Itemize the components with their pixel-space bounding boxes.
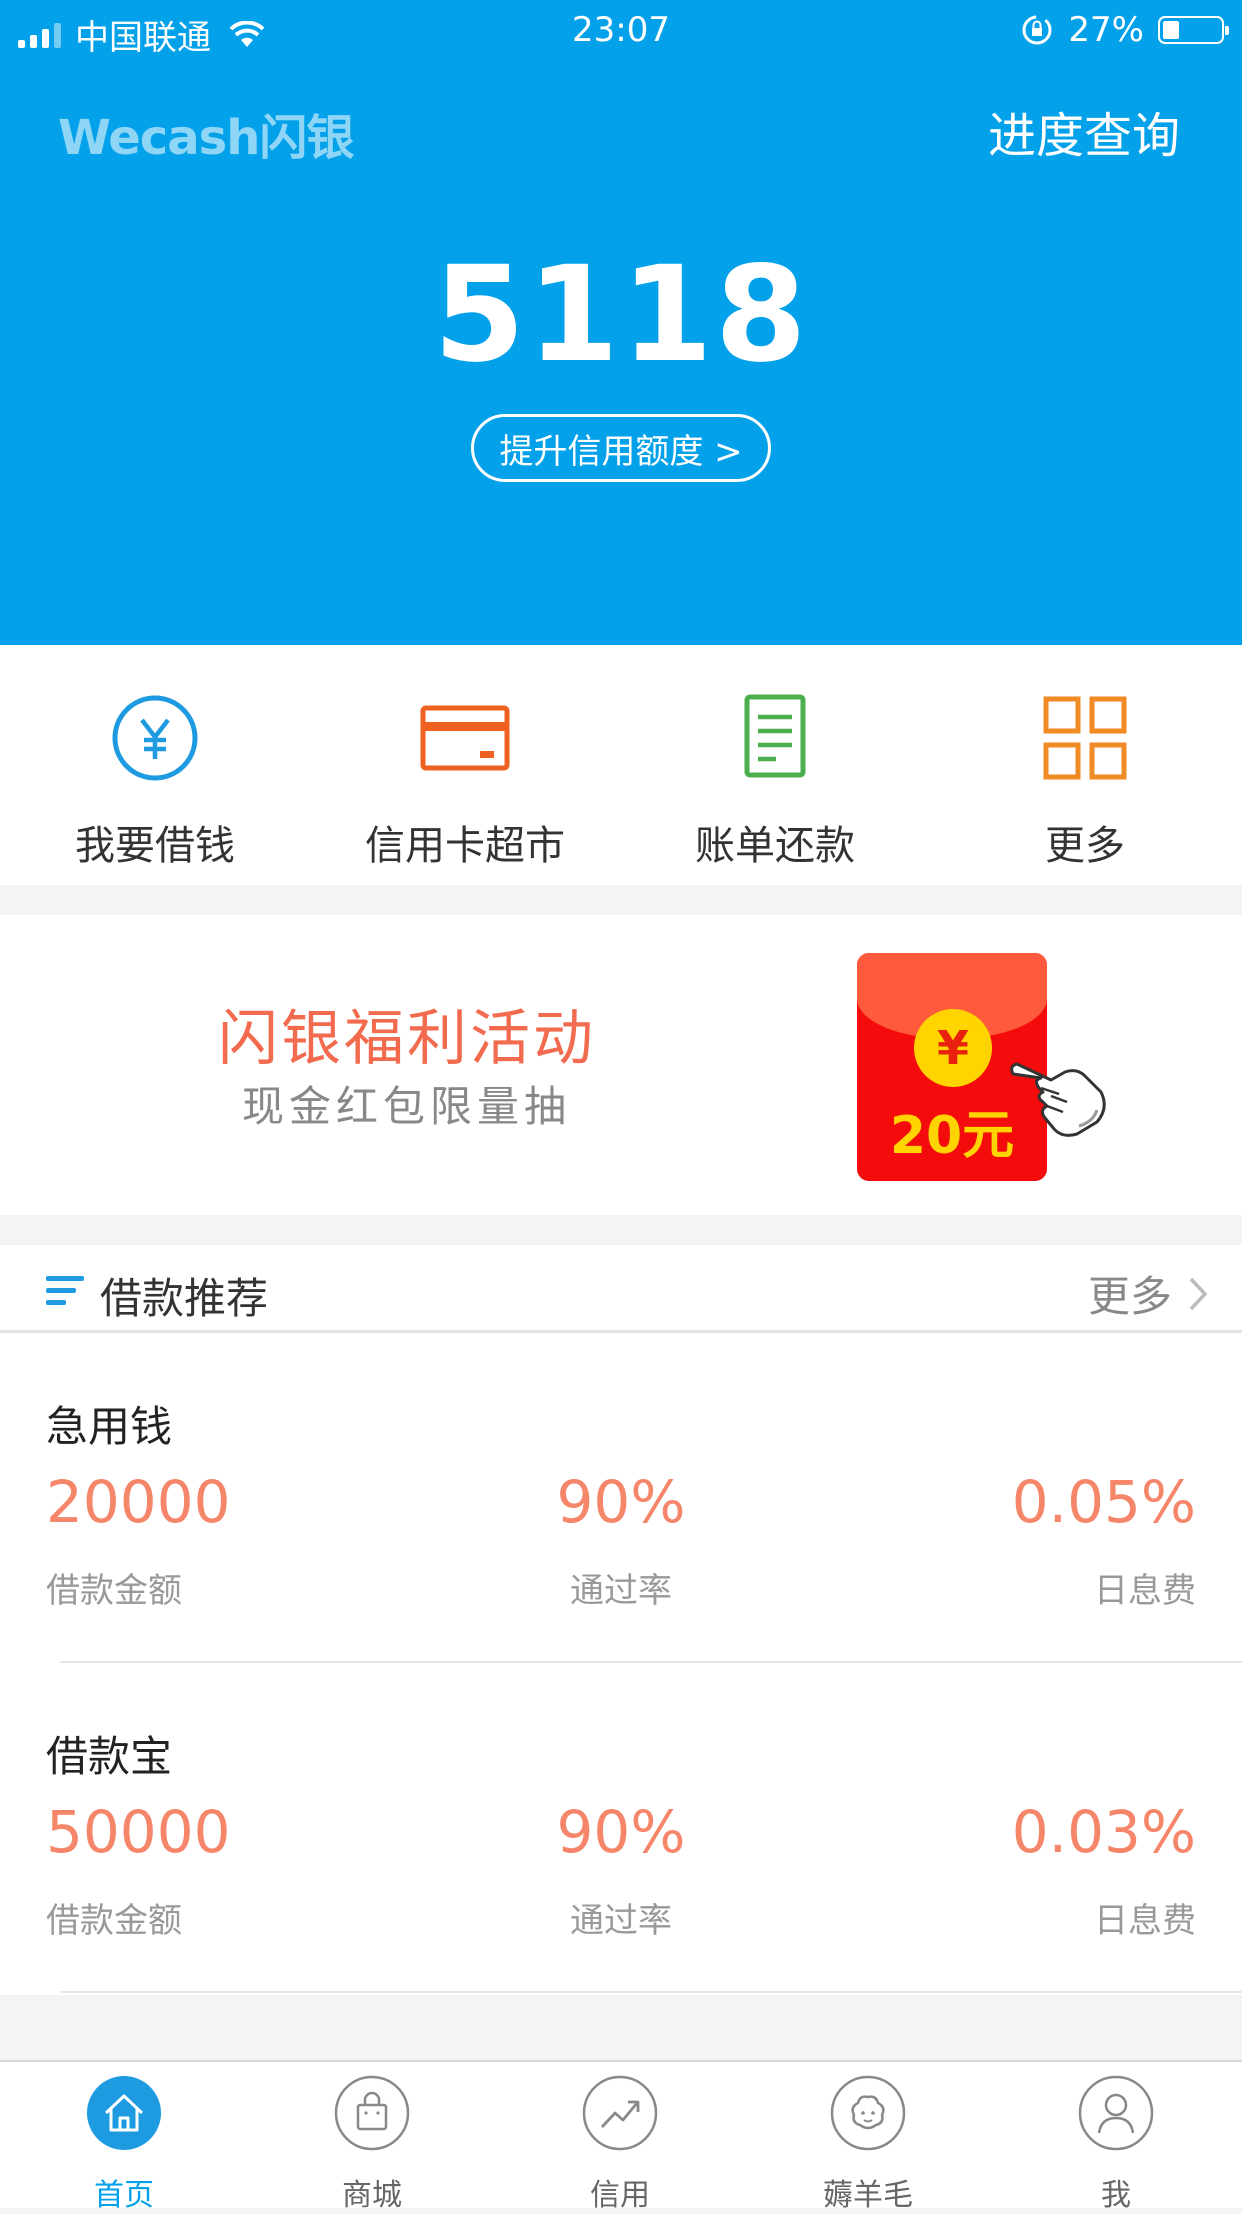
section-title: 借款推荐 <box>100 1274 269 1323</box>
loan-daily-fee: 0.03% <box>1011 1798 1196 1866</box>
loan-pass-rate-label: 通过率 <box>570 1571 672 1611</box>
raise-credit-button[interactable]: 提升信用额度 > <box>471 414 771 482</box>
bottom-tab-bar: 首页 商城 信用 薅羊毛 我 <box>0 2060 1242 2213</box>
list-icon <box>46 1276 84 1305</box>
section-header: 借款推荐 更多 <box>0 1245 1242 1333</box>
tab-mall[interactable]: 商城 <box>248 2062 496 2213</box>
quick-action-bill-repay[interactable]: 账单还款 <box>620 645 930 885</box>
loan-pass-rate-label: 通过率 <box>570 1901 672 1941</box>
tab-home[interactable]: 首页 <box>0 2062 248 2213</box>
packet-symbol: ¥ <box>914 1009 992 1087</box>
sheep-icon <box>830 2075 906 2151</box>
loan-daily-fee-label: 日息费 <box>1094 1901 1196 1941</box>
loan-daily-fee-label: 日息费 <box>1094 1571 1196 1611</box>
promo-banner[interactable]: 闪银福利活动 现金红包限量抽 ¥ 20元 <box>0 915 1242 1215</box>
credit-card-icon <box>420 705 510 771</box>
quick-action-label: 我要借钱 <box>75 823 235 869</box>
quick-action-card-market[interactable]: 信用卡超市 <box>310 645 620 885</box>
tab-credit[interactable]: 信用 <box>496 2062 744 2213</box>
grid-icon <box>1043 696 1127 780</box>
more-link[interactable]: 更多 <box>1088 1263 1208 1324</box>
tab-deals[interactable]: 薅羊毛 <box>744 2062 992 2213</box>
battery-icon <box>1158 16 1229 44</box>
loan-daily-fee: 0.05% <box>1011 1468 1196 1536</box>
user-icon <box>1078 2075 1154 2151</box>
bill-icon <box>744 694 806 778</box>
tab-label: 信用 <box>590 2178 650 2213</box>
promo-subtitle: 现金红包限量抽 <box>242 1082 572 1131</box>
rotation-lock-icon <box>1022 15 1052 45</box>
loan-name: 急用钱 <box>46 1402 173 1451</box>
chevron-right-icon <box>1189 1277 1208 1310</box>
shopping-bag-icon <box>334 2075 410 2151</box>
tab-label: 商城 <box>342 2178 402 2213</box>
tab-me[interactable]: 我 <box>992 2062 1240 2213</box>
divider <box>60 1991 1242 1993</box>
quick-action-label: 信用卡超市 <box>365 823 565 869</box>
tab-label: 薅羊毛 <box>823 2178 913 2213</box>
header-panel: 中国联通 23:07 27% Wecash闪银 进度查询 5118 提升信用额度… <box>0 0 1242 645</box>
quick-action-more[interactable]: 更多 <box>930 645 1240 885</box>
quick-action-label: 更多 <box>1045 823 1125 869</box>
loan-item[interactable]: 急用钱 20000 90% 0.05% 借款金额 通过率 日息费 <box>0 1333 1242 1663</box>
quick-action-label: 账单还款 <box>695 823 855 869</box>
progress-query-link[interactable]: 进度查询 <box>988 96 1180 166</box>
yuan-circle-icon <box>112 695 198 781</box>
credit-amount: 5118 <box>433 238 809 392</box>
home-icon <box>87 2076 161 2150</box>
app-logo: Wecash闪银 <box>58 110 354 166</box>
promo-title: 闪银福利活动 <box>218 1004 596 1074</box>
battery-percent: 27% <box>1068 10 1144 50</box>
loan-item[interactable]: 借款宝 50000 90% 0.03% 借款金额 通过率 日息费 <box>0 1663 1242 1993</box>
pointing-hand-icon <box>1010 1062 1106 1137</box>
loan-name: 借款宝 <box>46 1732 173 1781</box>
status-bar: 中国联通 23:07 27% <box>0 0 1242 62</box>
quick-actions: 我要借钱 信用卡超市 账单还款 更多 <box>0 645 1242 885</box>
tab-label: 首页 <box>94 2178 154 2213</box>
quick-action-borrow[interactable]: 我要借钱 <box>0 645 310 885</box>
loan-recommend-section: 借款推荐 更多 急用钱 20000 90% 0.05% 借款金额 通过率 日息费… <box>0 1245 1242 1995</box>
trend-icon <box>582 2075 658 2151</box>
tab-label: 我 <box>1101 2178 1131 2213</box>
more-label: 更多 <box>1087 1272 1172 1321</box>
